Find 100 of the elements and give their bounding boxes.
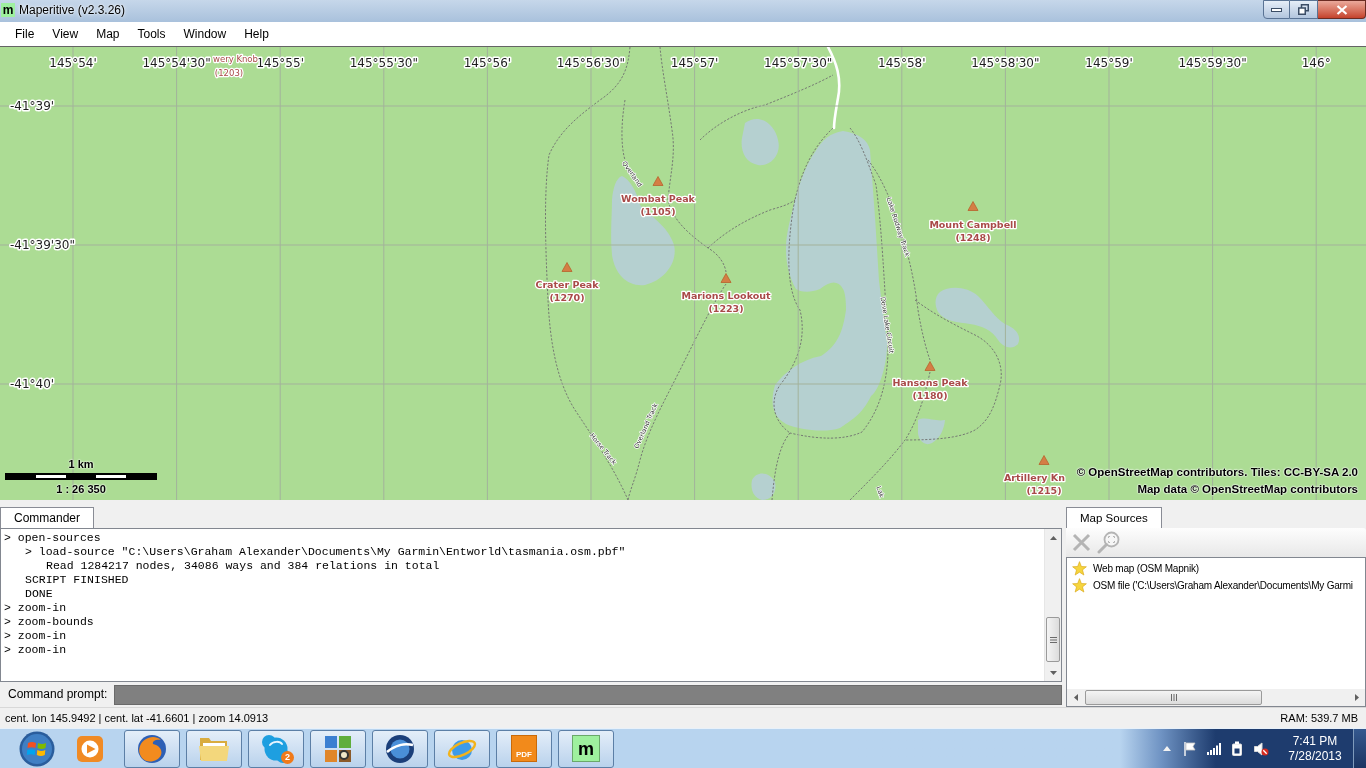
taskbar-button[interactable] bbox=[310, 729, 366, 768]
console-line: DONE bbox=[25, 587, 53, 600]
arrow-down-icon bbox=[1049, 670, 1057, 675]
scrollbar-thumb[interactable] bbox=[1046, 617, 1060, 662]
menu-item[interactable]: Help bbox=[235, 24, 278, 44]
grip-icon bbox=[1170, 694, 1177, 701]
clock-time[interactable]: 7:41 PM bbox=[1292, 733, 1338, 749]
place-name: wery Knob bbox=[213, 54, 258, 64]
longitude-label: 145°59'30" bbox=[1178, 56, 1247, 70]
scale-ratio: 1 : 26 350 bbox=[56, 482, 106, 496]
menu-item[interactable]: View bbox=[43, 24, 88, 44]
menu-item[interactable]: Window bbox=[174, 24, 236, 44]
arrow-right-icon bbox=[1354, 694, 1359, 701]
place-name: Marions Lookout bbox=[681, 290, 771, 301]
place-elevation: (1203) bbox=[214, 68, 244, 78]
commander-tab[interactable]: Commander bbox=[0, 507, 95, 528]
minimize-button[interactable] bbox=[1263, 0, 1290, 19]
console-line: > load-source "C:\Users\Graham Alexander\Documents\My Garmin\Entworld\tasmania.osm.pbf" bbox=[25, 545, 626, 558]
longitude-label: 145°58' bbox=[878, 56, 926, 70]
source-item[interactable]: OSM file ('C:\Users\Graham Alexander\Documents\My Garmi bbox=[1067, 577, 1365, 594]
command-input[interactable] bbox=[114, 684, 1062, 705]
arrow-up-icon bbox=[1049, 535, 1057, 540]
status-memory: RAM: 539.7 MB bbox=[1280, 711, 1358, 725]
vertical-scrollbar[interactable] bbox=[1044, 529, 1061, 681]
console-line: > zoom-in bbox=[4, 643, 67, 656]
folder-icon bbox=[199, 736, 229, 761]
place-elevation: (1270) bbox=[549, 292, 585, 303]
magnifier-icon bbox=[1096, 531, 1120, 554]
menu-item[interactable]: Tools bbox=[128, 24, 175, 44]
app-tile[interactable]: m bbox=[1, 3, 15, 17]
map-sources-tab[interactable]: Map Sources bbox=[1066, 507, 1162, 528]
arrow-up-icon[interactable] bbox=[1163, 746, 1171, 751]
taskbar-button[interactable] bbox=[186, 729, 242, 768]
close-icon bbox=[1335, 4, 1348, 15]
place-elevation: (1248) bbox=[955, 232, 991, 243]
restore-icon bbox=[1298, 4, 1309, 15]
source-item[interactable]: Web map (OSM Mapnik) bbox=[1067, 560, 1365, 577]
place-name: Mount Campbell bbox=[929, 219, 1017, 230]
flag-icon[interactable] bbox=[1184, 741, 1196, 756]
horizontal-scrollbar[interactable] bbox=[1067, 689, 1365, 706]
place-elevation: (1180) bbox=[912, 390, 948, 401]
longitude-label: 145°57'30" bbox=[764, 56, 833, 70]
grip-icon bbox=[1049, 636, 1057, 643]
taskbar-button[interactable] bbox=[372, 729, 428, 768]
window-title: Maperitive (v2.3.26) bbox=[19, 3, 126, 18]
star-icon bbox=[1072, 578, 1087, 593]
signal-icon[interactable] bbox=[1207, 742, 1221, 755]
longitude-label: 145°54' bbox=[49, 56, 97, 70]
attribution-text: © OpenStreetMap contributors. Tiles: CC-BY-SA 2.0 bbox=[1076, 465, 1358, 480]
restore-button[interactable] bbox=[1290, 0, 1318, 19]
latitude-label: -41°40' bbox=[10, 377, 55, 391]
globe-icon bbox=[386, 734, 414, 763]
console-line: > zoom-in bbox=[4, 601, 67, 614]
console-line: Read 1284217 nodes, 34086 ways and 384 relations in total bbox=[46, 559, 440, 572]
bubble-icon bbox=[262, 734, 290, 763]
app-tile: m bbox=[572, 735, 600, 762]
battery-icon[interactable] bbox=[1231, 741, 1243, 756]
longitude-label: 145°56' bbox=[463, 56, 512, 70]
show-desktop-button[interactable] bbox=[1353, 728, 1366, 768]
longitude-label: 145°57' bbox=[670, 56, 719, 70]
place-elevation: (1215) bbox=[1026, 485, 1062, 496]
source-label: Web map (OSM Mapnik) bbox=[1093, 562, 1199, 575]
attribution-text: Map data © OpenStreetMap contributors bbox=[1137, 482, 1358, 497]
place-elevation: (1105) bbox=[640, 206, 676, 217]
console-line: SCRIPT FINISHED bbox=[25, 573, 129, 586]
place-name: Artillery Kn bbox=[1003, 472, 1065, 483]
scrollbar-thumb[interactable] bbox=[1085, 690, 1262, 705]
place-name: Wombat Peak bbox=[621, 193, 695, 204]
scale-distance: 1 km bbox=[68, 457, 94, 471]
source-label: OSM file ('C:\Users\Graham Alexander\Documents\My Garmi bbox=[1093, 579, 1353, 592]
longitude-label: 145°55'30" bbox=[349, 56, 418, 70]
tiles-icon bbox=[325, 735, 351, 762]
start-orb-icon[interactable] bbox=[19, 730, 55, 767]
longitude-label: 145°56'30" bbox=[556, 56, 626, 70]
play-icon bbox=[77, 735, 103, 762]
place-name: Crater Peak bbox=[535, 279, 599, 290]
minimize-icon bbox=[1271, 7, 1282, 12]
star-icon bbox=[1072, 561, 1087, 576]
latitude-label: -41°39' bbox=[10, 99, 55, 113]
arrow-left-icon bbox=[1073, 694, 1078, 701]
console-line: > zoom-bounds bbox=[4, 615, 94, 628]
lake bbox=[917, 418, 945, 445]
delete-icon bbox=[1071, 533, 1091, 552]
console-line: > open-sources bbox=[4, 531, 101, 544]
longitude-label: 146° bbox=[1301, 56, 1331, 70]
globe-icon bbox=[138, 734, 166, 763]
longitude-label: 145°59' bbox=[1085, 56, 1133, 70]
prompt-label: Command prompt: bbox=[8, 687, 108, 702]
clock-date[interactable]: 7/28/2013 bbox=[1288, 748, 1342, 764]
menu-item[interactable]: File bbox=[6, 24, 44, 44]
taskbar-button[interactable] bbox=[124, 729, 180, 768]
longitude-label: 145°54'30" bbox=[142, 56, 211, 70]
pdf-tile: PDF bbox=[511, 735, 537, 762]
menu-item[interactable]: Map bbox=[87, 24, 129, 44]
close-button[interactable] bbox=[1318, 0, 1366, 19]
console-line: > zoom-in bbox=[4, 629, 67, 642]
speaker-muted-icon[interactable] bbox=[1254, 741, 1269, 756]
taskbar-button[interactable]: m bbox=[558, 729, 614, 768]
longitude-label: 145°58'30" bbox=[971, 56, 1040, 70]
status-position: cent. lon 145.9492 | cent. lat -41.6601 | zoom 14.0913 bbox=[5, 711, 269, 725]
